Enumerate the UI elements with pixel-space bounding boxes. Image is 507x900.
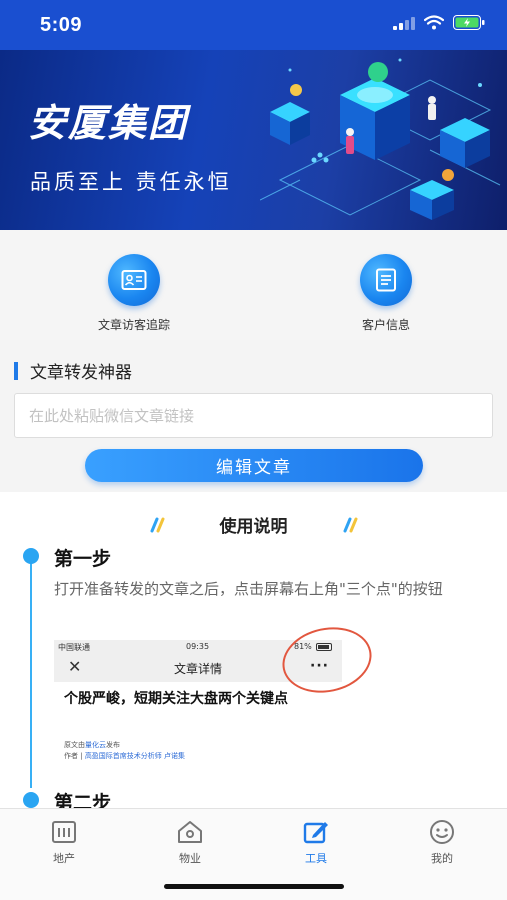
tab-tools[interactable]: 工具 (266, 819, 366, 866)
quick-action-label: 文章访客追踪 (97, 318, 170, 332)
status-time: 5:09 (40, 14, 83, 36)
building-icon (52, 821, 76, 843)
tab-property[interactable]: 物业 (140, 819, 240, 866)
tab-label: 我的 (431, 852, 453, 865)
guide-header: 使用说明 (0, 512, 507, 537)
tab-label: 物业 (179, 852, 201, 865)
home-indicator[interactable] (164, 884, 344, 889)
tech-isometric-illustration (260, 58, 501, 220)
section-accent-bar (14, 361, 18, 380)
status-icons (393, 15, 485, 30)
smiley-icon (430, 820, 454, 844)
banner-title: 安厦集团 (28, 101, 189, 145)
section-title: 文章转发神器 (30, 363, 132, 383)
article-visitor-tracking-button[interactable]: 文章访客追踪 (74, 254, 194, 333)
slash-decoration-icon (150, 517, 165, 532)
example-meta: 原文由量化云发布 作者 | 高盈国际首席技术分析师 卢诺集 (64, 740, 185, 762)
tab-label: 地产 (53, 852, 75, 865)
quick-action-label: 客户信息 (361, 318, 410, 332)
step-dot (23, 548, 39, 564)
document-list-icon (360, 254, 412, 306)
step-dot (23, 792, 39, 808)
example-time: 09:35 (186, 642, 210, 651)
article-link-input[interactable] (14, 393, 493, 438)
tab-real-estate[interactable]: 地产 (14, 819, 114, 866)
example-headline: 个股严峻，短期关注大盘两个关键点 (64, 691, 288, 707)
timeline-line (30, 558, 32, 788)
wifi-icon (424, 15, 444, 30)
example-carrier: 中国联通 (58, 643, 90, 652)
example-author: 作者 | 高盈国际首席技术分析师 卢诺集 (64, 752, 186, 760)
edit-icon (303, 822, 328, 844)
edit-article-button[interactable]: 编辑文章 (85, 449, 423, 482)
tab-me[interactable]: 我的 (392, 819, 492, 866)
quick-actions: 文章访客追踪 客户信息 (0, 230, 507, 340)
slash-decoration-icon (343, 517, 358, 532)
section-header-forward-tool: 文章转发神器 (14, 358, 132, 383)
step-title: 第二步 (54, 792, 112, 808)
signal-icon (393, 16, 415, 30)
tab-label: 工具 (305, 852, 327, 865)
battery-charging-icon (453, 15, 485, 30)
example-source: 原文由量化云发布 (64, 741, 120, 749)
usage-guide: 使用说明 第一步 打开准备转发的文章之后，点击屏幕右上角"三个点"的按钮 中国联… (0, 492, 507, 808)
guide-title: 使用说明 (219, 517, 288, 537)
step-description: 打开准备转发的文章之后，点击屏幕右上角"三个点"的按钮 (54, 580, 443, 598)
status-bar: 5:09 (0, 0, 507, 50)
banner-slogan: 品质至上 责任永恒 (30, 170, 232, 194)
customer-info-button[interactable]: 客户信息 (326, 254, 446, 333)
banner[interactable]: 安厦集团 品质至上 责任永恒 (0, 50, 507, 230)
step-title: 第一步 (54, 548, 112, 570)
id-card-icon (108, 254, 160, 306)
house-icon (178, 821, 202, 843)
